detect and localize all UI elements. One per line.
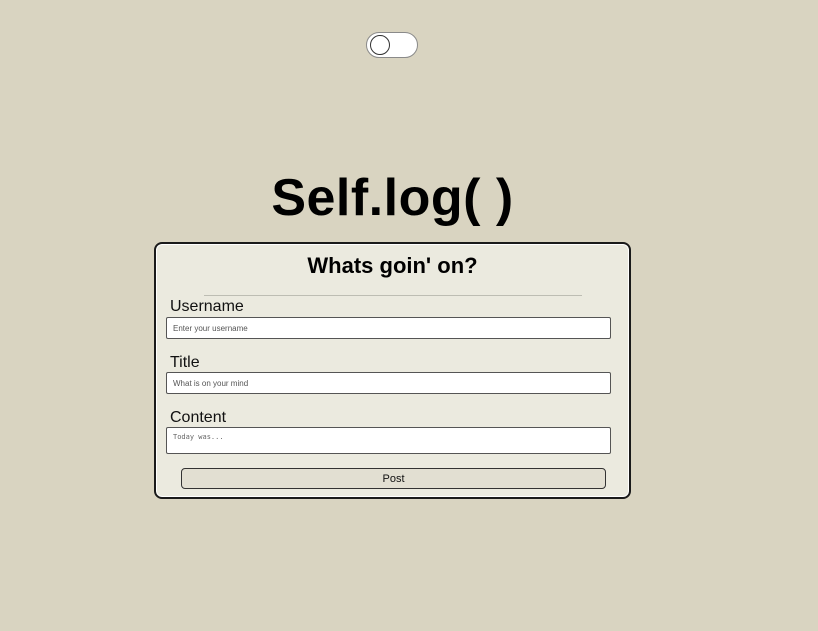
content-label: Content (170, 409, 227, 426)
new-post-form: Whats goin' on? Username Title Content P… (154, 242, 631, 499)
post-button[interactable]: Post (181, 468, 606, 489)
username-label: Username (170, 298, 244, 315)
title-input[interactable] (166, 372, 611, 394)
username-input[interactable] (166, 317, 611, 339)
title-label: Title (170, 354, 200, 371)
app-title: Self.log( ) (271, 169, 514, 227)
heading-divider (204, 295, 582, 296)
toggle-knob-icon (370, 35, 390, 55)
theme-toggle[interactable] (366, 32, 418, 58)
form-heading: Whats goin' on? (307, 253, 478, 278)
content-textarea[interactable] (166, 427, 611, 454)
